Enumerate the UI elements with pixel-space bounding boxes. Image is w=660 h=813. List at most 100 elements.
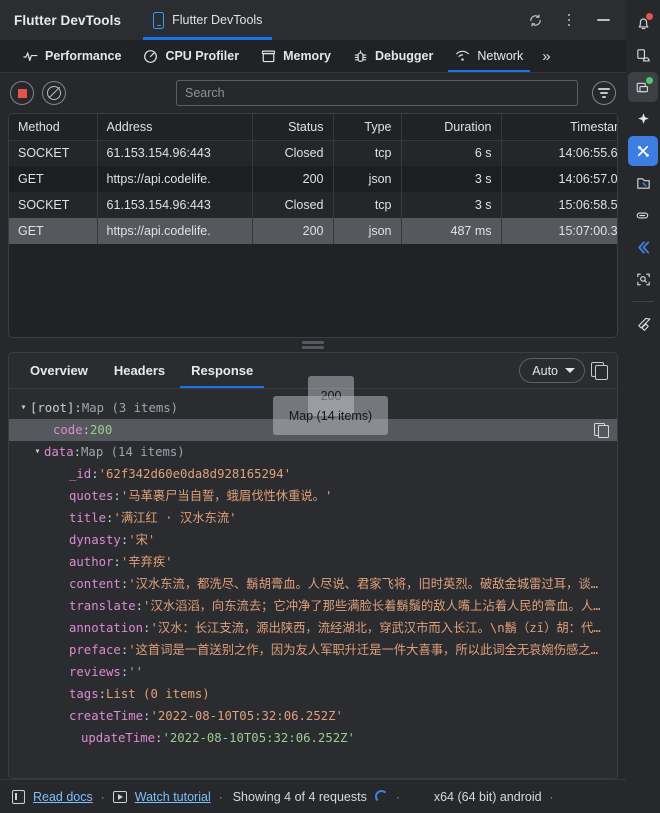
- format-select[interactable]: Auto: [519, 358, 585, 383]
- ai-assistant-button[interactable]: [628, 104, 658, 134]
- json-row[interactable]: _id : '62f342d60e0da8d928165294': [9, 463, 617, 485]
- json-row[interactable]: dynasty : '宋': [9, 529, 617, 551]
- tab-overview[interactable]: Overview: [17, 353, 101, 388]
- json-row[interactable]: author : '辛弃疾': [9, 551, 617, 573]
- activity-icon: [23, 49, 38, 64]
- search-input[interactable]: [185, 86, 569, 100]
- cell-status: Closed: [252, 192, 334, 218]
- json-value: 200: [90, 423, 113, 437]
- expand-chevron-icon[interactable]: ▾: [31, 441, 44, 463]
- json-separator: :: [120, 577, 129, 591]
- status-bar: Read docs · Watch tutorial · Showing 4 o…: [0, 779, 626, 813]
- tab-response[interactable]: Response: [178, 353, 266, 388]
- json-row[interactable]: content : '汉水东流，都洗尽、鬍胡膏血。人尽说、君家飞将，旧时英烈。破…: [9, 573, 617, 595]
- table-row[interactable]: SOCKET 61.153.154.96:443 Closed tcp 3 s …: [9, 192, 617, 218]
- json-tree-view[interactable]: ▾ [root] : Map (3 items) code : 200 ▾ da…: [9, 389, 617, 778]
- spinner-icon: [374, 790, 388, 803]
- copy-value-button[interactable]: [594, 422, 609, 438]
- json-row[interactable]: quotes : '马革裹尸当自誓，蛾眉伐性休重说。': [9, 485, 617, 507]
- notification-badge: [646, 13, 653, 20]
- filter-button[interactable]: [592, 81, 616, 105]
- flutter-devtools-button[interactable]: [628, 136, 658, 166]
- json-value: '2022-08-10T05:32:06.252Z': [162, 731, 355, 745]
- requests-table-body: SOCKET 61.153.154.96:443 Closed tcp 6 s …: [9, 140, 617, 244]
- column-header-status[interactable]: Status: [252, 114, 334, 141]
- json-key: quotes: [69, 489, 114, 503]
- json-separator: :: [73, 445, 82, 459]
- stop-recording-button[interactable]: [10, 81, 34, 105]
- json-row[interactable]: annotation : '汉水：长江支流，源出陕西，流经湖北，穿武汉市而入长江…: [9, 617, 617, 639]
- flutter-outline-button[interactable]: [628, 200, 658, 230]
- window-controls: [520, 5, 618, 35]
- json-separator: :: [113, 489, 121, 503]
- copy-response-button[interactable]: [591, 361, 609, 380]
- more-options-button[interactable]: [554, 5, 584, 35]
- tab-overflow-button[interactable]: »: [534, 40, 558, 72]
- flutter-inspector-button[interactable]: [628, 168, 658, 198]
- cell-duration: 3 s: [401, 166, 502, 192]
- flutter-search-button[interactable]: [628, 264, 658, 294]
- table-row[interactable]: SOCKET 61.153.154.96:443 Closed tcp 6 s …: [9, 140, 617, 166]
- status-separator: ·: [218, 789, 223, 804]
- tab-memory[interactable]: Memory: [250, 40, 342, 72]
- requests-table: Method Address Status Type Duration Time…: [9, 114, 617, 244]
- flutter-performance-button[interactable]: [628, 232, 658, 262]
- json-row[interactable]: tags : List (0 items): [9, 683, 617, 705]
- json-row[interactable]: createTime : '2022-08-10T05:32:06.252Z': [9, 705, 617, 727]
- json-row[interactable]: updateTime : '2022-08-10T05:32:06.252Z': [9, 727, 617, 749]
- tab-cpu-profiler[interactable]: CPU Profiler: [132, 40, 250, 72]
- flutter-logo-icon: [637, 317, 650, 331]
- read-docs-link[interactable]: Read docs: [33, 790, 93, 804]
- screen-tab-bar: Performance CPU Profiler Memory Debugger: [0, 40, 626, 73]
- device-info-label: x64 (64 bit) android: [433, 789, 542, 804]
- json-row[interactable]: reviews : '': [9, 661, 617, 683]
- tab-performance[interactable]: Performance: [12, 40, 132, 72]
- running-devices-button[interactable]: [628, 72, 658, 102]
- json-key: [root]: [30, 401, 75, 415]
- panel-splitter[interactable]: [0, 338, 626, 352]
- tab-network[interactable]: Network: [444, 40, 534, 72]
- status-separator: ·: [395, 789, 400, 804]
- clear-requests-button[interactable]: [42, 81, 66, 105]
- cell-address: https://api.codelife.: [97, 166, 253, 192]
- table-row[interactable]: GET https://api.codelife. 200 json 487 m…: [9, 218, 617, 244]
- column-header-address[interactable]: Address: [97, 114, 253, 141]
- flutter-logo-button[interactable]: [628, 309, 658, 339]
- column-header-method[interactable]: Method: [9, 114, 98, 141]
- json-separator: :: [113, 555, 121, 569]
- device-tab[interactable]: Flutter DevTools: [143, 0, 273, 40]
- minimize-button[interactable]: [588, 5, 618, 35]
- json-value: '满江红 · 汉水东流': [113, 511, 237, 525]
- device-manager-button[interactable]: [628, 40, 658, 70]
- filter-icon: [598, 88, 610, 98]
- column-header-duration[interactable]: Duration: [401, 114, 502, 141]
- json-key: tags: [69, 687, 99, 701]
- status-separator: ·: [549, 789, 554, 804]
- watch-tutorial-link[interactable]: Watch tutorial: [135, 790, 211, 804]
- cell-type: tcp: [333, 140, 402, 166]
- json-value: '62f342d60e0da8d928165294': [98, 467, 292, 481]
- json-row[interactable]: ▾ data : Map (14 items): [9, 441, 617, 463]
- tab-headers[interactable]: Headers: [101, 353, 178, 388]
- column-header-timestamp[interactable]: Timestamp: [501, 114, 617, 141]
- speedometer-icon: [143, 49, 158, 64]
- table-row[interactable]: GET https://api.codelife. 200 json 3 s 1…: [9, 166, 617, 192]
- column-header-type[interactable]: Type: [333, 114, 402, 141]
- device-tab-label: Flutter DevTools: [172, 13, 263, 27]
- json-value: Map (3 items): [81, 401, 179, 415]
- cell-timestamp: 14:06:57.095: [501, 166, 617, 192]
- json-row[interactable]: title : '满江红 · 汉水东流': [9, 507, 617, 529]
- cell-type: json: [333, 166, 402, 192]
- flutter-search-icon: [636, 273, 650, 285]
- json-row[interactable]: preface : '这首词是一首送别之作，因为友人军职升迁是一件大喜事，所以此…: [9, 639, 617, 661]
- tab-debugger[interactable]: Debugger: [342, 40, 444, 72]
- json-key: dynasty: [69, 533, 121, 547]
- refresh-button[interactable]: [520, 5, 550, 35]
- more-vertical-icon: [567, 13, 571, 27]
- search-box[interactable]: [176, 80, 578, 106]
- title-bar: Flutter DevTools Flutter DevTools: [0, 0, 626, 40]
- expand-chevron-icon[interactable]: ▾: [17, 397, 30, 419]
- json-separator: :: [143, 709, 151, 723]
- json-row[interactable]: translate : '汉水滔滔，向东流去；它冲净了那些满脸长着鬍鬚的敌人嘴上…: [9, 595, 617, 617]
- notifications-button[interactable]: [628, 8, 658, 38]
